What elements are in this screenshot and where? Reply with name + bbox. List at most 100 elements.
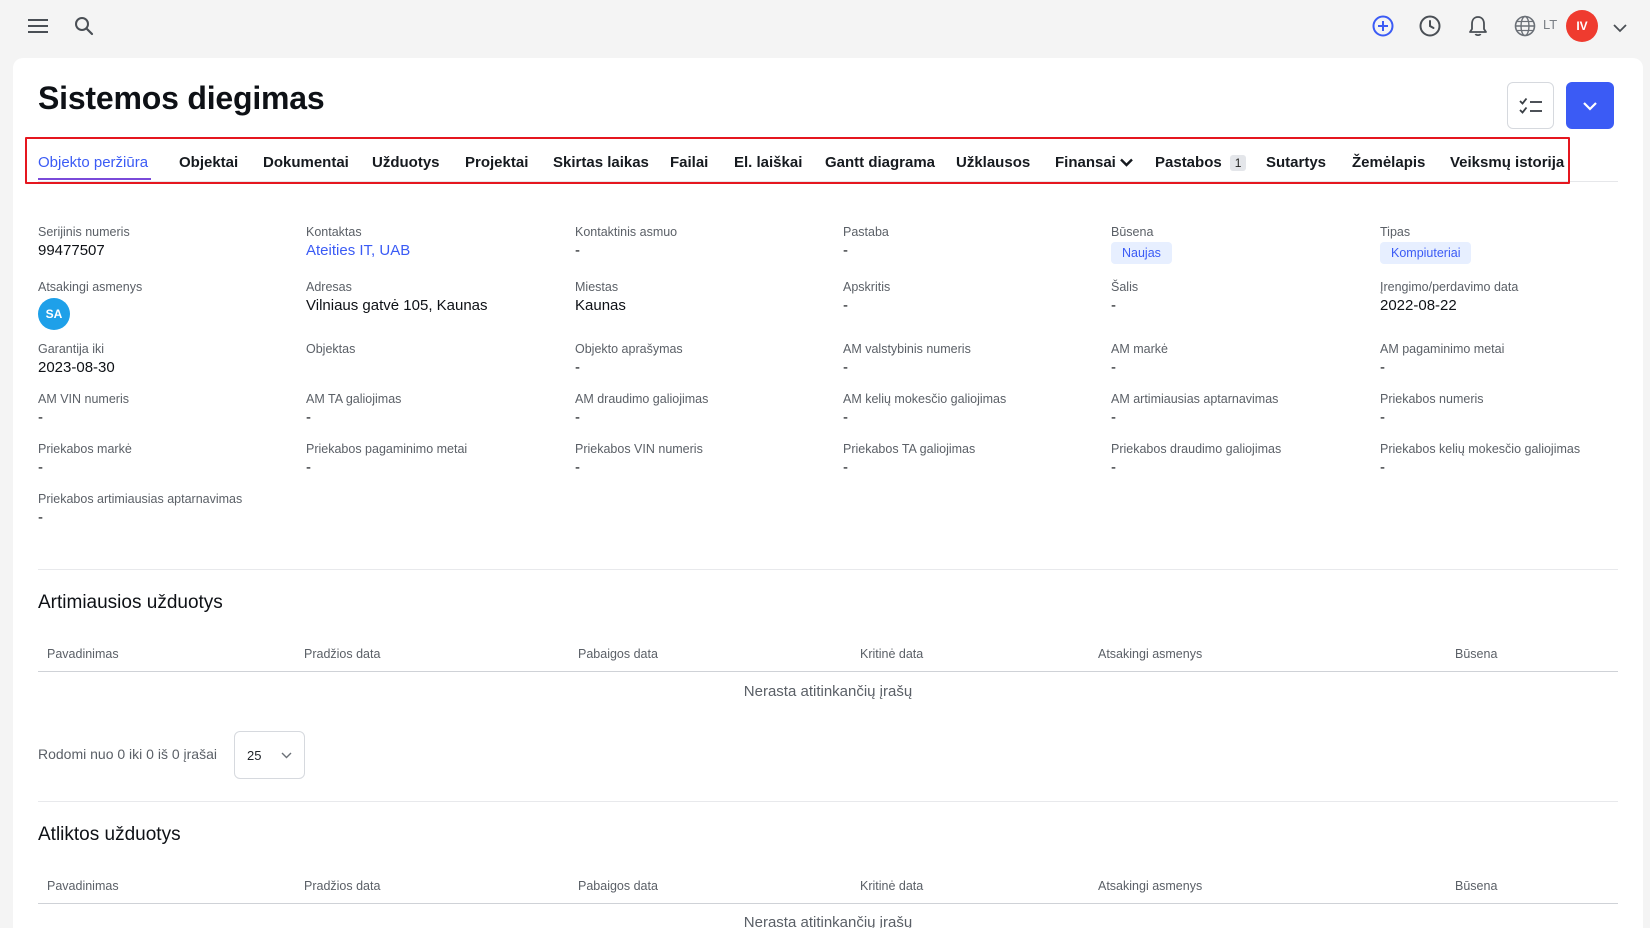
actions-dropdown-button[interactable] bbox=[1566, 82, 1614, 129]
type-badge: Kompiuteriai bbox=[1380, 242, 1472, 264]
field-label: Objekto aprašymas bbox=[575, 342, 683, 356]
top-bar: LT IV bbox=[0, 0, 1650, 52]
checklist-button[interactable] bbox=[1507, 82, 1554, 129]
checklist-icon bbox=[1518, 97, 1542, 114]
tab-sutartys[interactable]: Sutartys bbox=[1266, 154, 1326, 171]
clock-icon[interactable] bbox=[1416, 12, 1444, 40]
field-am-insurance: AM draudimo galiojimas - bbox=[575, 392, 835, 426]
field-label: Būsena bbox=[1111, 225, 1154, 239]
column-header[interactable]: Pradžios data bbox=[304, 879, 380, 893]
column-header[interactable]: Pabaigos data bbox=[578, 879, 658, 893]
language-label[interactable]: LT bbox=[1543, 17, 1557, 32]
field-value: - bbox=[1111, 297, 1116, 314]
tab-gantt-diagrama[interactable]: Gantt diagrama bbox=[825, 154, 935, 171]
field-label: Atsakingi asmenys bbox=[38, 280, 143, 294]
page-size-select[interactable]: 25 bbox=[234, 731, 305, 779]
tab-uzduotys[interactable]: Užduotys bbox=[372, 154, 440, 171]
field-serial: Serijinis numeris 99477507 bbox=[38, 225, 298, 259]
field-label: Objektas bbox=[306, 342, 356, 356]
tab-uzklausos[interactable]: Užklausos bbox=[956, 154, 1030, 171]
field-trailer-road-tax: Priekabos kelių mokesčio galiojimas - bbox=[1380, 442, 1640, 476]
field-label: Miestas bbox=[575, 280, 619, 294]
field-contact: Kontaktas Ateities IT, UAB bbox=[306, 225, 566, 259]
tab-skirtas-laikas[interactable]: Skirtas laikas bbox=[553, 154, 649, 171]
column-header[interactable]: Pabaigos data bbox=[578, 647, 658, 661]
field-value: - bbox=[38, 459, 43, 476]
globe-icon[interactable] bbox=[1511, 12, 1539, 40]
user-avatar[interactable]: IV bbox=[1566, 10, 1598, 42]
field-value: - bbox=[1111, 409, 1116, 426]
plus-circle-icon[interactable] bbox=[1369, 12, 1397, 40]
field-am-vin: AM VIN numeris - bbox=[38, 392, 298, 426]
field-trailer-service: Priekabos artimiausias aptarnavimas - bbox=[38, 492, 298, 526]
tab-failai[interactable]: Failai bbox=[670, 154, 708, 171]
tab-objektai[interactable]: Objektai bbox=[179, 154, 238, 171]
chevron-down-icon bbox=[281, 752, 292, 758]
field-label: Serijinis numeris bbox=[38, 225, 130, 239]
field-county: Apskritis - bbox=[843, 280, 1103, 314]
upcoming-tasks-title: Artimiausios užduotys bbox=[38, 592, 223, 613]
search-icon[interactable] bbox=[70, 12, 98, 40]
field-label: AM draudimo galiojimas bbox=[575, 392, 709, 406]
field-label: Priekabos artimiausias aptarnavimas bbox=[38, 492, 243, 506]
field-trailer-ta: Priekabos TA galiojimas - bbox=[843, 442, 1103, 476]
tab-el-laiskai[interactable]: El. laiškai bbox=[734, 154, 802, 171]
column-header[interactable]: Atsakingi asmenys bbox=[1098, 647, 1202, 661]
field-label: AM markė bbox=[1111, 342, 1168, 356]
tab-objekto-perziura[interactable]: Objekto peržiūra bbox=[38, 154, 148, 171]
contact-link[interactable]: Ateities IT, UAB bbox=[306, 242, 566, 259]
table-header-line bbox=[38, 903, 1618, 904]
column-header[interactable]: Atsakingi asmenys bbox=[1098, 879, 1202, 893]
tab-finansai[interactable]: Finansai bbox=[1055, 154, 1133, 171]
field-type: Tipas Kompiuteriai bbox=[1380, 225, 1640, 264]
field-address: Adresas Vilniaus gatvė 105, Kaunas bbox=[306, 280, 566, 314]
field-note: Pastaba - bbox=[843, 225, 1103, 259]
tab-dokumentai[interactable]: Dokumentai bbox=[263, 154, 349, 171]
field-label: Garantija iki bbox=[38, 342, 104, 356]
column-header[interactable]: Pavadinimas bbox=[47, 647, 119, 661]
field-label: AM pagaminimo metai bbox=[1380, 342, 1505, 356]
field-label: Tipas bbox=[1380, 225, 1411, 239]
hamburger-icon[interactable] bbox=[24, 12, 52, 40]
chevron-down-icon[interactable] bbox=[1606, 14, 1634, 42]
field-label: Priekabos TA galiojimas bbox=[843, 442, 976, 456]
column-header[interactable]: Pavadinimas bbox=[47, 879, 119, 893]
field-label: AM VIN numeris bbox=[38, 392, 129, 406]
section-divider bbox=[38, 569, 1618, 570]
field-label: Apskritis bbox=[843, 280, 891, 294]
column-header[interactable]: Būsena bbox=[1455, 647, 1497, 661]
field-am-road-tax: AM kelių mokesčio galiojimas - bbox=[843, 392, 1103, 426]
column-header[interactable]: Pradžios data bbox=[304, 647, 380, 661]
field-object-description: Objekto aprašymas - bbox=[575, 342, 835, 376]
field-trailer-vin: Priekabos VIN numeris - bbox=[575, 442, 835, 476]
field-trailer-insurance: Priekabos draudimo galiojimas - bbox=[1111, 442, 1371, 476]
field-value: - bbox=[1111, 459, 1116, 476]
field-am-make: AM markė - bbox=[1111, 342, 1371, 376]
tab-pastabos[interactable]: Pastabos 1 bbox=[1155, 154, 1247, 171]
tab-projektai[interactable]: Projektai bbox=[465, 154, 528, 171]
field-label: Priekabos VIN numeris bbox=[575, 442, 703, 456]
field-am-ta: AM TA galiojimas - bbox=[306, 392, 566, 426]
field-contact-person: Kontaktinis asmuo - bbox=[575, 225, 835, 259]
field-value: - bbox=[843, 297, 848, 314]
pagination-info: Rodomi nuo 0 iki 0 iš 0 įrašai bbox=[38, 746, 217, 762]
field-object: Objektas bbox=[306, 342, 566, 359]
column-header[interactable]: Būsena bbox=[1455, 879, 1497, 893]
tab-veiksmu-istorija[interactable]: Veiksmų istorija bbox=[1450, 154, 1564, 171]
field-value: - bbox=[1380, 359, 1385, 376]
tab-zemelapis[interactable]: Žemėlapis bbox=[1352, 154, 1425, 171]
field-value: - bbox=[38, 409, 43, 426]
table-header-line bbox=[38, 671, 1618, 672]
active-tab-indicator bbox=[38, 178, 151, 180]
field-value: - bbox=[575, 409, 580, 426]
field-trailer-make: Priekabos markė - bbox=[38, 442, 298, 476]
field-label: Kontaktas bbox=[306, 225, 362, 239]
bell-icon[interactable] bbox=[1464, 12, 1492, 40]
avatar[interactable]: SA bbox=[38, 298, 70, 330]
field-label: Įrengimo/perdavimo data bbox=[1380, 280, 1519, 294]
field-value: 2022-08-22 bbox=[1380, 297, 1457, 314]
field-am-year: AM pagaminimo metai - bbox=[1380, 342, 1640, 376]
field-value: - bbox=[306, 459, 311, 476]
column-header[interactable]: Kritinė data bbox=[860, 647, 923, 661]
column-header[interactable]: Kritinė data bbox=[860, 879, 923, 893]
